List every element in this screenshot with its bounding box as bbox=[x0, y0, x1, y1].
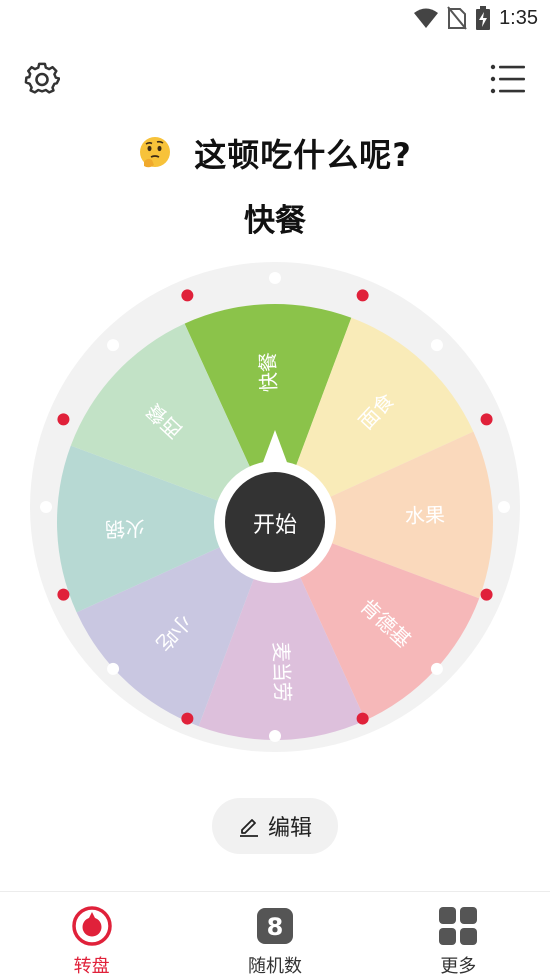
grid-icon bbox=[439, 907, 478, 945]
question-text: 这顿吃什么呢? bbox=[194, 136, 412, 174]
list-icon bbox=[490, 64, 525, 94]
svg-text:8: 8 bbox=[267, 913, 284, 941]
question-heading: 这顿吃什么呢? bbox=[0, 128, 550, 178]
edit-button[interactable]: 编辑 bbox=[212, 798, 338, 854]
edit-button-label: 编辑 bbox=[267, 816, 312, 841]
rim-dot bbox=[40, 501, 52, 513]
top-bar bbox=[0, 55, 550, 105]
pencil-icon bbox=[239, 819, 258, 837]
rim-dot bbox=[356, 289, 369, 302]
rim-dot bbox=[107, 339, 120, 352]
rim-dot bbox=[269, 730, 281, 742]
gear-icon bbox=[24, 62, 60, 94]
nav-label-wheel: 转盘 bbox=[73, 956, 110, 977]
battery-charging-icon bbox=[476, 6, 491, 30]
bottom-nav: 转盘 8 随机数 更多 bbox=[0, 891, 550, 979]
rim-dot bbox=[107, 662, 120, 675]
status-icons: 1:35 bbox=[413, 6, 538, 30]
rim-dot bbox=[498, 501, 510, 513]
rim-dot bbox=[480, 588, 493, 601]
result-label: 快餐 bbox=[244, 203, 306, 239]
rim-dot bbox=[181, 712, 194, 725]
nav-label-more: 更多 bbox=[440, 956, 477, 977]
nav-tab-more[interactable]: 更多 bbox=[367, 892, 550, 979]
wheel-icon bbox=[71, 906, 112, 946]
dice-icon: 8 bbox=[256, 908, 293, 944]
list-menu-button[interactable] bbox=[488, 59, 528, 99]
start-button[interactable]: 开始 bbox=[225, 473, 325, 573]
rim-dot bbox=[480, 413, 493, 426]
rim-dot bbox=[430, 662, 443, 675]
wheel-segment-label: 麦当劳 bbox=[269, 641, 295, 702]
rim-dot bbox=[430, 339, 443, 352]
rim-dot bbox=[57, 588, 70, 601]
thinking-face-icon bbox=[140, 137, 171, 168]
status-time: 1:35 bbox=[499, 6, 538, 29]
settings-button[interactable] bbox=[22, 59, 62, 99]
rim-dot bbox=[269, 272, 281, 284]
nav-label-random-number: 随机数 bbox=[247, 956, 302, 977]
wifi-icon bbox=[414, 8, 439, 28]
rim-dot bbox=[181, 289, 194, 302]
nav-tab-random-number[interactable]: 8 随机数 bbox=[183, 892, 366, 979]
nav-tab-wheel[interactable]: 转盘 bbox=[0, 892, 183, 979]
status-bar: 1:35 bbox=[0, 0, 550, 38]
wheel-segment-label: 火锅 bbox=[105, 516, 146, 541]
rim-dot bbox=[356, 712, 369, 725]
wheel-segment-label: 快餐 bbox=[256, 352, 281, 393]
rim-dot bbox=[57, 413, 70, 426]
wheel-segment-label: 水果 bbox=[404, 503, 445, 528]
no-sim-icon bbox=[447, 6, 467, 30]
